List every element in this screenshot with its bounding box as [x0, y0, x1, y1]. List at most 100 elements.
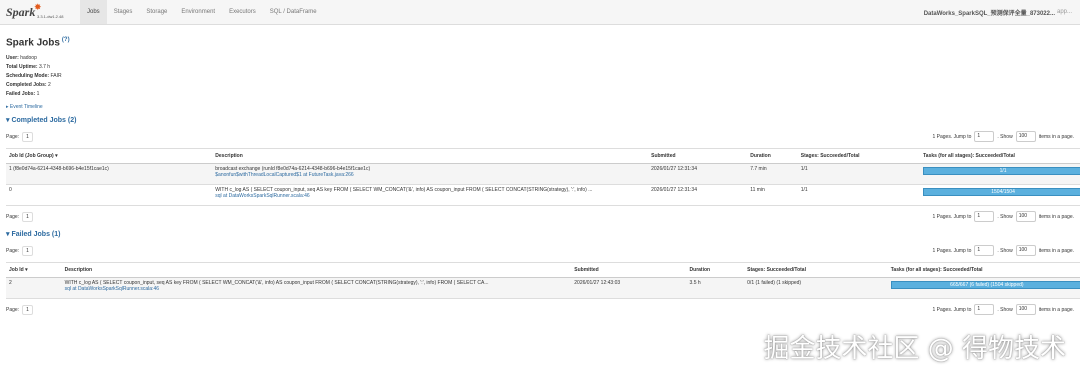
tab-storage[interactable]: Storage — [139, 0, 174, 24]
uptime-value: 3.7 h — [38, 64, 51, 71]
col-submitted[interactable]: Submitted — [571, 262, 687, 279]
tab-environment[interactable]: Environment — [174, 0, 222, 24]
items-text: items in a page. — [1038, 213, 1074, 220]
task-progress-bar: 1504/1504 — [923, 188, 1080, 197]
failed-count: 1 — [36, 91, 40, 98]
col-description[interactable]: Description — [61, 262, 572, 279]
title-text: Spark Jobs — [6, 37, 60, 49]
watermark: 掘金技术社区 @ 得物技术 — [763, 334, 1066, 364]
completed-count: 2 — [47, 82, 51, 89]
logo-text: Spark — [6, 5, 36, 19]
tab-sql[interactable]: SQL / DataFrame — [263, 0, 324, 24]
stages-count: 1/1 — [797, 184, 921, 207]
uptime-label: Total Uptime: — [6, 64, 38, 71]
col-tasks[interactable]: Tasks (for all stages): Succeeded/Total — [887, 262, 1080, 279]
col-stages[interactable]: Stages: Succeeded/Total — [797, 148, 921, 165]
pages-text: 1 Pages. Jump to — [932, 213, 972, 220]
help-link[interactable]: (?) — [62, 37, 70, 43]
task-progress-bar: 665/667 (6 failed) (1504 skipped) — [890, 281, 1080, 290]
page-button[interactable]: 1 — [22, 246, 33, 257]
page-button[interactable]: 1 — [22, 212, 33, 223]
version-label: 3.3.1-dw1.2.48 — [37, 14, 64, 19]
col-description[interactable]: Description — [212, 148, 649, 165]
duration: 3.5 h — [686, 277, 745, 300]
mode-label: Scheduling Mode: — [6, 73, 50, 80]
submitted-time: 2026/01/27 12:31:34 — [648, 163, 748, 186]
job-id: 0 — [6, 184, 213, 207]
failed-label: Failed Jobs: — [6, 91, 36, 98]
pager-bottom: Page: 1 1 Pages. Jump to 1. Show 100 items i… — [6, 303, 1074, 317]
top-navbar: Spark ✸ 3.3.1-dw1.2.48 Jobs Stages Stora… — [0, 0, 1080, 25]
show-label: . Show — [997, 306, 1013, 313]
completed-label: Completed Jobs: — [6, 82, 47, 89]
page-label: Page: — [6, 307, 20, 314]
duration: 11 min — [747, 184, 798, 207]
jump-input[interactable]: 1 — [974, 304, 995, 316]
page-size-input[interactable]: 100 — [1015, 245, 1036, 257]
completed-jobs-link[interactable]: Completed Jobs: — [6, 82, 47, 88]
job-id: 2 — [6, 277, 62, 300]
pager-bottom: Page: 1 1 Pages. Jump to 1. Show 100 items i… — [6, 210, 1074, 224]
pages-text: 1 Pages. Jump to — [932, 306, 972, 313]
page-label: Page: — [6, 248, 20, 255]
page-button[interactable]: 1 — [22, 132, 33, 143]
callsite-link[interactable]: sql at DataWorksSparkSqlRunner.scala:46 — [65, 286, 569, 292]
page-size-input[interactable]: 100 — [1015, 131, 1036, 143]
pager-top: Page: 1 1 Pages. Jump to 1. Show 100 items i… — [6, 130, 1074, 144]
jump-input[interactable]: 1 — [974, 131, 995, 143]
stages-count: 0/1 (1 failed) (1 skipped) — [744, 277, 888, 300]
pager-top: Page: 1 1 Pages. Jump to 1. Show 100 items i… — [6, 244, 1074, 258]
jump-input[interactable]: 1 — [974, 245, 995, 257]
app-name: DataWorks_SparkSQL_预测保评全量_873022... app.… — [924, 0, 1072, 24]
page-title: Spark Jobs (?) — [6, 37, 1074, 48]
user-value: hadoop — [20, 55, 37, 62]
completed-jobs-title[interactable]: ▾ Completed Jobs (2) — [6, 116, 1074, 124]
tab-stages[interactable]: Stages — [107, 0, 140, 24]
app-name-text: DataWorks_SparkSQL_预测保评全量_873022... — [923, 10, 1055, 17]
tasks-cell: 1/1 — [920, 163, 1080, 186]
pages-text: 1 Pages. Jump to — [932, 133, 972, 140]
col-tasks[interactable]: Tasks (for all stages): Succeeded/Total — [920, 148, 1080, 165]
jump-input[interactable]: 1 — [974, 211, 995, 223]
col-submitted[interactable]: Submitted — [648, 148, 748, 165]
stages-count: 1/1 — [797, 163, 921, 186]
items-text: items in a page. — [1038, 306, 1074, 313]
mode-value: FAIR — [50, 73, 62, 80]
task-progress-bar: 1/1 — [923, 167, 1080, 176]
pager-controls: 1 Pages. Jump to 1. Show 100 items in a pag… — [932, 245, 1074, 257]
table-row: 2 WITH c_log AS ( SELECT coupon_input, s… — [6, 277, 1080, 300]
show-label: . Show — [997, 247, 1013, 254]
tab-jobs[interactable]: Jobs — [80, 0, 107, 24]
completed-title-text: Completed Jobs (2) — [11, 117, 77, 125]
col-duration[interactable]: Duration — [747, 148, 798, 165]
event-timeline-toggle[interactable]: ▸ Event Timeline — [6, 104, 1074, 110]
job-description: WITH c_log AS ( SELECT coupon_input, seq… — [212, 184, 649, 207]
spark-logo[interactable]: Spark ✸ 3.3.1-dw1.2.48 — [0, 0, 80, 24]
failed-jobs-table: Job Id ▾ Description Submitted Duration … — [6, 262, 1080, 300]
page-label: Page: — [6, 214, 20, 221]
page-size-input[interactable]: 100 — [1015, 304, 1036, 316]
col-job-id[interactable]: Job Id ▾ — [6, 262, 62, 279]
job-description: broadcast exchange (runId f8e0d74a-6214-… — [212, 163, 649, 186]
tab-executors[interactable]: Executors — [222, 0, 263, 24]
col-stages[interactable]: Stages: Succeeded/Total — [744, 262, 888, 279]
callsite-link[interactable]: sql at DataWorksSparkSqlRunner.scala:46 — [215, 193, 645, 199]
show-label: . Show — [997, 133, 1013, 140]
duration: 7.7 min — [747, 163, 798, 186]
failed-jobs-title[interactable]: ▾ Failed Jobs (1) — [6, 230, 1074, 238]
col-duration[interactable]: Duration — [686, 262, 745, 279]
page-label: Page: — [6, 134, 20, 141]
star-icon: ✸ — [34, 2, 42, 12]
items-text: items in a page. — [1038, 247, 1074, 254]
col-job-id[interactable]: Job Id (Job Group) ▾ — [6, 148, 213, 165]
failed-jobs-link[interactable]: Failed Jobs: — [6, 91, 35, 97]
submitted-time: 2026/01/27 12:43:03 — [571, 277, 687, 300]
callsite-link[interactable]: $anonfun$withThreadLocalCaptured$1 at Fu… — [215, 172, 645, 178]
table-row: 0 WITH c_log AS ( SELECT coupon_input, s… — [6, 184, 1080, 207]
page-button[interactable]: 1 — [22, 305, 33, 316]
show-label: . Show — [997, 213, 1013, 220]
job-description: WITH c_log AS ( SELECT coupon_input, seq… — [61, 277, 572, 300]
pages-text: 1 Pages. Jump to — [932, 247, 972, 254]
page-size-input[interactable]: 100 — [1015, 211, 1036, 223]
failed-title-text: Failed Jobs (1) — [11, 231, 61, 239]
